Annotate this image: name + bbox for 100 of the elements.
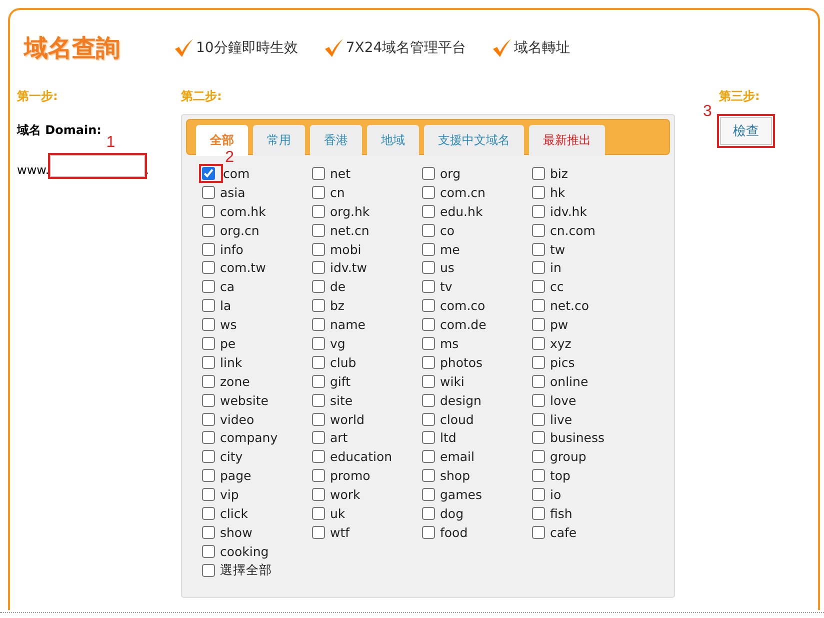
checkbox[interactable]: [312, 488, 325, 502]
checkbox[interactable]: [532, 374, 545, 388]
checkbox[interactable]: [532, 204, 545, 218]
checkbox[interactable]: [532, 412, 545, 426]
checkbox[interactable]: [202, 394, 215, 407]
checkbox[interactable]: [312, 450, 325, 464]
option-label: games: [440, 487, 482, 502]
checkbox[interactable]: [532, 166, 545, 180]
checkbox[interactable]: [202, 544, 215, 558]
checkbox[interactable]: [312, 204, 325, 218]
checkbox[interactable]: [312, 412, 325, 426]
checkbox[interactable]: [532, 242, 545, 256]
option-label: xyz: [550, 336, 572, 351]
tab[interactable]: 最新推出: [529, 125, 605, 156]
checkbox[interactable]: [202, 318, 215, 332]
checkbox[interactable]: [422, 469, 435, 482]
option-label: idv.hk: [550, 204, 587, 219]
checkbox[interactable]: [532, 336, 545, 350]
checkbox[interactable]: [202, 469, 215, 482]
option-label: live: [550, 412, 572, 427]
checkbox[interactable]: [422, 261, 435, 274]
checkbox[interactable]: [312, 318, 325, 332]
checkbox[interactable]: [532, 431, 545, 444]
checkbox[interactable]: [202, 242, 215, 256]
checkbox[interactable]: [532, 356, 545, 369]
checkbox[interactable]: [422, 299, 435, 312]
checkbox[interactable]: [312, 394, 325, 407]
tab[interactable]: 地域: [367, 125, 419, 156]
checkbox[interactable]: [202, 224, 215, 237]
checkbox[interactable]: [202, 280, 215, 294]
tab[interactable]: 常用: [253, 125, 305, 156]
checkbox[interactable]: [422, 242, 435, 256]
checkbox[interactable]: [422, 488, 435, 502]
checkbox[interactable]: [422, 318, 435, 332]
checkbox[interactable]: [532, 280, 545, 294]
checkbox[interactable]: [312, 431, 325, 444]
option-label: 選擇全部: [220, 562, 272, 579]
checkbox[interactable]: [422, 394, 435, 407]
checkbox[interactable]: [422, 280, 435, 294]
checkbox[interactable]: [532, 186, 545, 199]
checkbox[interactable]: [202, 186, 215, 199]
checkbox[interactable]: [312, 280, 325, 294]
checkbox[interactable]: [202, 166, 215, 180]
option-label: org: [440, 166, 461, 181]
checkbox[interactable]: [422, 224, 435, 237]
checkbox[interactable]: [202, 526, 215, 539]
checkbox[interactable]: [312, 336, 325, 350]
checkbox[interactable]: [312, 186, 325, 199]
checkbox[interactable]: [532, 261, 545, 274]
checkbox[interactable]: [202, 506, 215, 520]
checkbox[interactable]: [312, 374, 325, 388]
step-label: 第二步:: [181, 88, 223, 105]
checkbox[interactable]: [312, 242, 325, 256]
checkbox[interactable]: [422, 186, 435, 199]
checkbox[interactable]: [312, 166, 325, 180]
checkbox[interactable]: [202, 299, 215, 312]
checkbox[interactable]: [202, 488, 215, 502]
checkbox[interactable]: [312, 299, 325, 312]
checkbox[interactable]: [312, 224, 325, 237]
checkbox[interactable]: [202, 412, 215, 426]
checkbox[interactable]: [312, 469, 325, 482]
tab[interactable]: 香港: [310, 125, 362, 156]
option-label: cn: [330, 184, 345, 200]
checkbox[interactable]: [532, 450, 545, 464]
checkbox[interactable]: [202, 374, 215, 388]
checkbox[interactable]: [312, 506, 325, 520]
checkbox[interactable]: [422, 450, 435, 464]
checkbox[interactable]: [422, 506, 435, 520]
checkbox[interactable]: [202, 356, 215, 369]
checkbox[interactable]: [532, 469, 545, 482]
option-label: idv.tw: [330, 260, 367, 276]
checkbox[interactable]: [532, 318, 545, 332]
checkbox[interactable]: [202, 450, 215, 464]
checkbox[interactable]: [202, 564, 215, 577]
tab[interactable]: 支援中文域名: [424, 125, 524, 156]
checkbox[interactable]: [422, 526, 435, 539]
checkbox[interactable]: [312, 261, 325, 274]
option-label: online: [550, 374, 588, 389]
checkbox[interactable]: [312, 526, 325, 539]
option-label: love: [550, 392, 576, 408]
checkbox[interactable]: [422, 431, 435, 444]
checkbox[interactable]: [532, 506, 545, 520]
checkbox[interactable]: [202, 261, 215, 274]
checkbox[interactable]: [422, 204, 435, 218]
checkbox[interactable]: [422, 166, 435, 180]
checkbox[interactable]: [532, 299, 545, 312]
checkbox[interactable]: [202, 204, 215, 218]
checkbox[interactable]: [532, 526, 545, 539]
checkbox[interactable]: [422, 336, 435, 350]
checkbox[interactable]: [422, 412, 435, 426]
domain-input[interactable]: [50, 155, 146, 177]
checkbox[interactable]: [422, 356, 435, 369]
checkbox[interactable]: [422, 374, 435, 388]
checkbox[interactable]: [202, 336, 215, 350]
check-button[interactable]: 檢查: [720, 117, 772, 145]
checkbox[interactable]: [312, 356, 325, 369]
checkbox[interactable]: [202, 431, 215, 444]
checkbox[interactable]: [532, 224, 545, 237]
checkbox[interactable]: [532, 394, 545, 407]
checkbox[interactable]: [532, 488, 545, 502]
